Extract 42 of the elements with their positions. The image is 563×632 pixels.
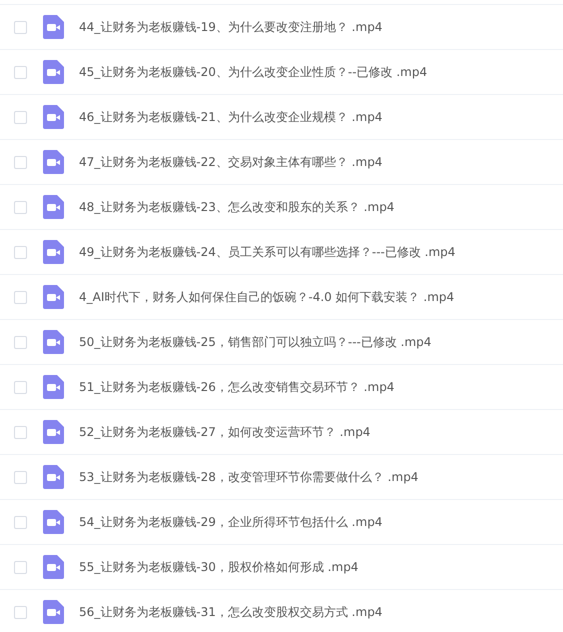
video-file-icon bbox=[43, 375, 64, 399]
video-file-icon bbox=[43, 420, 64, 444]
file-name[interactable]: 53_让财务为老板赚钱-28，改变管理环节你需要做什么？ .mp4 bbox=[79, 468, 418, 486]
checkbox[interactable] bbox=[14, 156, 27, 168]
file-name[interactable]: 55_让财务为老板赚钱-30，股权价格如何形成 .mp4 bbox=[79, 558, 358, 576]
checkbox[interactable] bbox=[14, 246, 27, 258]
video-file-icon bbox=[43, 285, 64, 309]
file-name[interactable]: 56_让财务为老板赚钱-31，怎么改变股权交易方式 .mp4 bbox=[79, 604, 382, 620]
file-name[interactable]: 47_让财务为老板赚钱-22、交易对象主体有哪些？ .mp4 bbox=[79, 154, 382, 170]
video-file-icon bbox=[43, 465, 64, 489]
file-name[interactable]: 52_让财务为老板赚钱-27，如何改变运营环节？ .mp4 bbox=[79, 424, 370, 440]
video-file-icon bbox=[43, 240, 64, 264]
video-file-icon bbox=[43, 105, 64, 129]
checkbox[interactable] bbox=[14, 380, 27, 394]
checkbox[interactable] bbox=[14, 200, 27, 214]
checkbox[interactable] bbox=[14, 20, 27, 34]
video-file-icon bbox=[43, 600, 64, 624]
video-file-icon bbox=[43, 555, 64, 579]
checkbox[interactable] bbox=[14, 560, 27, 574]
file-name[interactable]: 50_让财务为老板赚钱-25，销售部门可以独立吗？---已修改 .mp4 bbox=[79, 334, 432, 350]
file-name[interactable]: 51_让财务为老板赚钱-26，怎么改变销售交易环节？ .mp4 bbox=[79, 378, 394, 396]
video-file-icon bbox=[43, 15, 64, 39]
file-name[interactable]: 49_让财务为老板赚钱-24、员工关系可以有哪些选择？---已修改 .mp4 bbox=[79, 244, 456, 260]
video-file-icon bbox=[43, 330, 64, 354]
checkbox[interactable] bbox=[14, 336, 27, 348]
checkbox[interactable] bbox=[14, 516, 27, 528]
checkbox[interactable] bbox=[14, 66, 27, 78]
video-file-icon bbox=[43, 150, 64, 174]
file-name[interactable]: 54_让财务为老板赚钱-29，企业所得环节包括什么 .mp4 bbox=[79, 514, 382, 530]
checkbox[interactable] bbox=[14, 606, 27, 618]
file-name[interactable]: 48_让财务为老板赚钱-23、怎么改变和股东的关系？ .mp4 bbox=[79, 198, 394, 216]
checkbox[interactable] bbox=[14, 426, 27, 438]
file-name[interactable]: 44_让财务为老板赚钱-19、为什么要改变注册地？ .mp4 bbox=[79, 18, 382, 36]
file-name[interactable]: 4_AI时代下，财务人如何保住自己的饭碗？-4.0 如何下载安装？ .mp4 bbox=[79, 288, 454, 306]
checkbox[interactable] bbox=[14, 470, 27, 484]
checkbox[interactable] bbox=[14, 110, 27, 124]
video-file-icon bbox=[43, 510, 64, 534]
video-file-icon bbox=[43, 195, 64, 219]
video-file-icon bbox=[43, 60, 64, 84]
checkbox[interactable] bbox=[14, 290, 27, 304]
file-name[interactable]: 45_让财务为老板赚钱-20、为什么改变企业性质？--已修改 .mp4 bbox=[79, 64, 428, 80]
file-name[interactable]: 46_让财务为老板赚钱-21、为什么改变企业规模？ .mp4 bbox=[79, 108, 382, 126]
